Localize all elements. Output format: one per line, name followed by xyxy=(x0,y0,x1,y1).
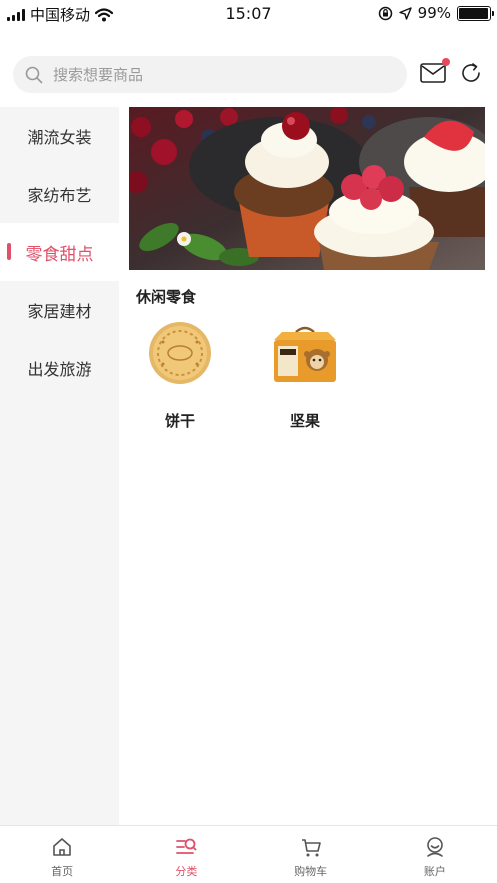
account-icon xyxy=(427,837,443,857)
product-nuts[interactable]: 坚果 xyxy=(255,318,355,431)
battery-percent: 99% xyxy=(417,4,451,22)
product-biscuit[interactable]: 饼干 xyxy=(130,318,230,431)
tab-label: 分类 xyxy=(175,865,198,878)
sidebar-item-label: 家居建材 xyxy=(27,302,92,321)
category-sidebar: 潮流女装 家纺布艺 零食甜点 家居建材 出发旅游 xyxy=(0,107,119,825)
tab-category[interactable]: 分类 xyxy=(124,826,248,883)
product-name: 坚果 xyxy=(289,412,320,430)
location-icon xyxy=(398,6,412,20)
tab-label: 账户 xyxy=(423,865,446,878)
bottom-tab-bar: 首页 分类 购物车 账户 xyxy=(0,825,497,883)
search-icon xyxy=(25,66,43,83)
home-icon xyxy=(53,838,71,856)
mail-icon xyxy=(420,63,446,83)
notification-dot xyxy=(442,58,450,66)
section-title: 休闲零食 xyxy=(136,288,197,306)
sidebar-item-label: 家纺布艺 xyxy=(27,186,92,205)
category-banner-image[interactable] xyxy=(129,107,485,270)
refresh-icon xyxy=(462,63,480,82)
battery-icon xyxy=(457,5,494,21)
status-right: 99% xyxy=(378,4,494,22)
search-input[interactable] xyxy=(53,65,373,84)
tab-label: 首页 xyxy=(51,865,74,878)
tab-account[interactable]: 账户 xyxy=(373,826,497,883)
rotation-lock-icon xyxy=(378,6,392,20)
search-bar[interactable] xyxy=(13,56,407,93)
sidebar-item-travel[interactable]: 出发旅游 xyxy=(0,339,119,397)
tab-cart[interactable]: 购物车 xyxy=(249,826,373,883)
status-bar: 中国移动 15:07 99% xyxy=(0,0,497,28)
nut-box-icon xyxy=(270,318,340,388)
message-button[interactable] xyxy=(420,58,450,84)
sidebar-item-home-textiles[interactable]: 家纺布艺 xyxy=(0,165,119,223)
sidebar-item-label: 零食甜点 xyxy=(25,244,94,265)
sidebar-item-women-fashion[interactable]: 潮流女装 xyxy=(0,107,119,165)
biscuit-icon xyxy=(145,318,215,388)
cupcake-banner-illustration xyxy=(129,107,485,270)
sidebar-item-home-building[interactable]: 家居建材 xyxy=(0,281,119,339)
sidebar-item-label: 潮流女装 xyxy=(27,128,92,147)
tab-label: 购物车 xyxy=(294,865,328,878)
refresh-button[interactable] xyxy=(459,61,483,85)
category-icon xyxy=(176,838,197,854)
sidebar-item-snacks-desserts[interactable]: 零食甜点 xyxy=(0,223,119,281)
tab-home[interactable]: 首页 xyxy=(0,826,124,883)
product-name: 饼干 xyxy=(164,412,195,430)
cart-icon xyxy=(301,839,321,857)
sidebar-item-label: 出发旅游 xyxy=(27,360,92,379)
